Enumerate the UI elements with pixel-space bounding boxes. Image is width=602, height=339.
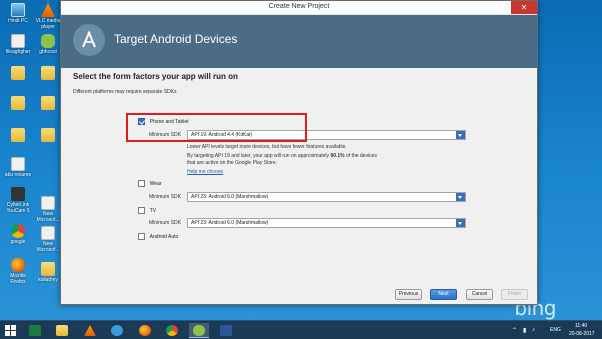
tv-label: TV xyxy=(149,207,157,214)
taskbar: ⌃ ▮ ♪ ENG 11:40 20-08-2017 xyxy=(0,320,602,339)
wear-checkbox[interactable] xyxy=(138,180,145,187)
folder-icon xyxy=(41,262,55,276)
desktop-icon-folder-1[interactable] xyxy=(2,66,34,81)
taskbar-internet-explorer[interactable] xyxy=(107,323,127,338)
folder-icon xyxy=(41,66,55,80)
finish-button[interactable]: Finish xyxy=(501,289,528,300)
close-button[interactable]: ✕ xyxy=(511,1,537,14)
tv-checkbox[interactable] xyxy=(138,207,145,214)
android-auto-label: Android Auto xyxy=(149,233,179,240)
internet-explorer-icon xyxy=(111,325,123,336)
desktop-icon-firefox[interactable]: Mozilla Firefox xyxy=(2,258,34,285)
wear-option[interactable]: Wear xyxy=(138,180,162,187)
vlc-icon xyxy=(41,3,55,17)
desktop-icon-folder-2[interactable] xyxy=(2,96,34,111)
network-icon[interactable]: ▮ xyxy=(523,327,526,334)
wear-label: Wear xyxy=(149,180,162,187)
taskbar-android-studio[interactable] xyxy=(189,323,209,338)
coverage-percent: 90.1% xyxy=(330,153,345,159)
api-info-line-1: Lower API levels target more devices, bu… xyxy=(187,144,347,150)
folder-icon xyxy=(41,96,55,110)
clock-date[interactable]: 20-08-2017 xyxy=(569,331,595,337)
word-icon xyxy=(220,325,232,336)
excel-icon xyxy=(29,325,41,336)
folder-icon xyxy=(41,128,55,142)
wear-min-sdk-value: API 23: Android 6.0 (Marshmallow) xyxy=(191,194,269,200)
pc-icon xyxy=(11,3,25,17)
tray-chevron-up-icon[interactable]: ⌃ xyxy=(512,327,517,334)
taskbar-firefox[interactable] xyxy=(135,323,155,338)
api-info-line-2: By targeting API 19 and later, your app … xyxy=(187,153,377,159)
next-button[interactable]: Next xyxy=(430,289,457,300)
system-tray: ⌃ ▮ ♪ ENG 11:40 20-08-2017 xyxy=(512,321,602,339)
file-icon xyxy=(41,196,55,210)
desktop-icon-cyberlink[interactable]: CyberLink YouCam 5 xyxy=(2,187,34,214)
tv-min-sdk-label: Minimum SDK xyxy=(149,220,181,226)
page-title: Target Android Devices xyxy=(114,32,238,46)
cancel-button[interactable]: Cancel xyxy=(466,289,493,300)
firefox-icon xyxy=(11,258,25,272)
taskbar-word[interactable] xyxy=(216,323,236,338)
api-info-line-3: that are active on the Google Play Store… xyxy=(187,160,278,166)
chrome-icon xyxy=(11,224,25,238)
android-auto-checkbox[interactable] xyxy=(138,233,145,240)
desktop-icon-fileaghgher[interactable]: fileaghgher xyxy=(2,34,34,55)
folder-icon xyxy=(11,66,25,80)
wizard-header: Target Android Devices xyxy=(61,15,537,68)
taskbar-vlc[interactable] xyxy=(80,323,100,338)
api-info-text: Lower API levels target more devices, bu… xyxy=(187,144,377,176)
file-explorer-icon xyxy=(56,325,68,336)
create-new-project-window: Create New Project ✕ Target Android Devi… xyxy=(60,0,538,305)
taskbar-file-explorer[interactable] xyxy=(52,323,72,338)
tv-option[interactable]: TV xyxy=(138,207,156,214)
help-me-choose-link[interactable]: Help me choose xyxy=(187,169,377,176)
desktop-icon-abu-resume[interactable]: abu resume xyxy=(2,157,34,178)
desktop-icon-google[interactable]: google xyxy=(2,224,34,245)
file-icon xyxy=(11,34,25,48)
android-studio-icon xyxy=(193,325,205,336)
wizard-content: Select the form factors your app will ru… xyxy=(61,68,537,288)
taskbar-chrome[interactable] xyxy=(162,323,182,338)
chevron-down-icon xyxy=(456,193,465,201)
wizard-footer: Previous Next Cancel Finish xyxy=(61,286,537,304)
tv-min-sdk-value: API 23: Android 6.0 (Marshmallow) xyxy=(191,220,269,226)
android-icon xyxy=(41,34,55,48)
section-heading: Select the form factors your app will ru… xyxy=(73,72,238,81)
desktop-icon-folder-3[interactable] xyxy=(2,128,34,143)
file-icon xyxy=(11,157,25,171)
taskbar-excel[interactable] xyxy=(25,323,45,338)
folder-icon xyxy=(11,96,25,110)
close-icon: ✕ xyxy=(520,3,528,12)
clock-time[interactable]: 11:40 xyxy=(575,323,587,329)
language-indicator[interactable]: ENG xyxy=(550,327,561,333)
chrome-icon xyxy=(166,325,178,336)
wear-min-sdk-select[interactable]: API 23: Android 6.0 (Marshmallow) xyxy=(187,192,466,202)
previous-button[interactable]: Previous xyxy=(395,289,422,300)
firefox-icon xyxy=(139,325,151,336)
windows-logo-icon xyxy=(5,325,10,330)
chevron-down-icon xyxy=(456,219,465,227)
wear-min-sdk-label: Minimum SDK xyxy=(149,194,181,200)
highlight-box xyxy=(126,113,307,142)
tv-min-sdk-select[interactable]: API 23: Android 6.0 (Marshmallow) xyxy=(187,218,466,228)
window-title: Create New Project xyxy=(268,3,330,10)
vlc-icon xyxy=(84,325,96,336)
android-auto-option[interactable]: Android Auto xyxy=(138,233,178,240)
android-studio-icon xyxy=(73,24,105,56)
section-subheading: Different platforms may require separate… xyxy=(73,89,177,95)
start-button[interactable] xyxy=(5,325,16,336)
volume-icon[interactable]: ♪ xyxy=(532,327,535,333)
cyberlink-icon xyxy=(11,187,25,201)
desktop-icon-hindi-pc[interactable]: Hindi PC xyxy=(2,3,34,24)
folder-icon xyxy=(11,128,25,142)
file-icon xyxy=(41,226,55,240)
chevron-down-icon xyxy=(456,131,465,139)
window-titlebar[interactable]: Create New Project ✕ xyxy=(61,1,537,15)
